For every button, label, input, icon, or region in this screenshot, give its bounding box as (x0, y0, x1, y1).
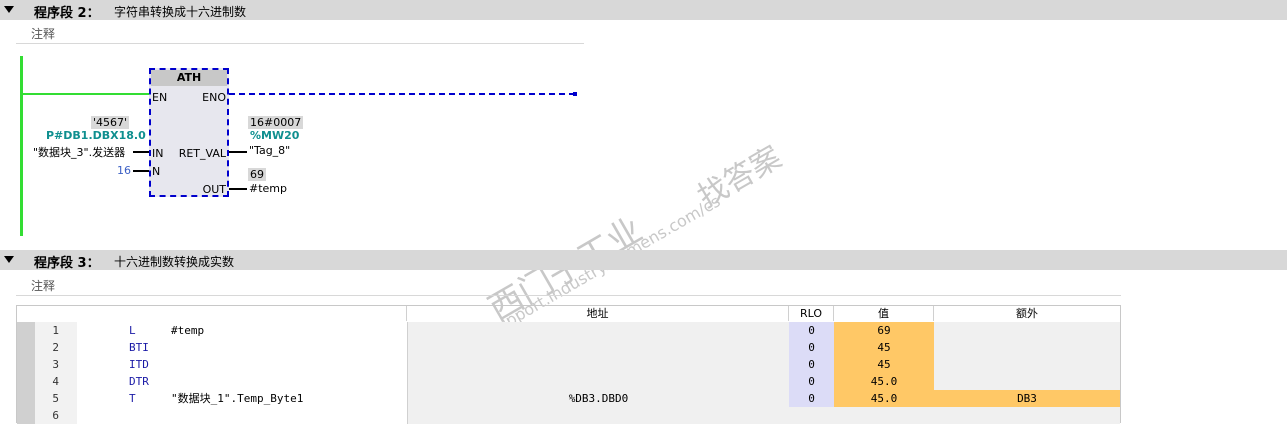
rlo-cell: 0 (789, 373, 834, 390)
table-row[interactable]: 3 ITD 0 45 (17, 356, 1120, 373)
network-2-description[interactable]: 字符串转换成十六进制数 (114, 3, 246, 20)
value-cell (834, 407, 934, 424)
in-wire (133, 151, 149, 153)
line-number: 2 (35, 339, 77, 356)
network-2-header[interactable]: 程序段 2： 字符串转换成十六进制数 (0, 0, 1287, 21)
row-gutter (17, 373, 35, 390)
pin-out: OUT (202, 183, 226, 196)
pin-in: IN (152, 147, 164, 160)
row-gutter (17, 356, 35, 373)
rlo-cell: 0 (789, 390, 834, 407)
address-column-header: 地址 (407, 306, 789, 321)
address-cell (407, 373, 789, 390)
pin-en: EN (152, 91, 168, 104)
row-gutter (17, 407, 35, 424)
line-number: 4 (35, 373, 77, 390)
code-cell[interactable]: DTR (77, 373, 407, 390)
out-wire (229, 188, 247, 190)
instruction: ITD (129, 358, 149, 371)
out-monitor-value: 69 (248, 168, 266, 181)
extra-cell (934, 339, 1120, 356)
rlo-cell: 0 (789, 339, 834, 356)
operand: "数据块_1".Temp_Byte1 (171, 392, 304, 405)
rlo-column-header: RLO (789, 306, 834, 321)
ret-operand[interactable]: "Tag_8" (249, 144, 290, 157)
code-cell[interactable]: ITD (77, 356, 407, 373)
extra-cell (934, 322, 1120, 339)
value-cell: 45.0 (834, 373, 934, 390)
instruction: L (129, 324, 136, 337)
network-3-title: 程序段 3： (34, 256, 100, 271)
instruction: T (129, 392, 136, 405)
line-number: 3 (35, 356, 77, 373)
row-gutter (17, 390, 35, 407)
value-cell: 45 (834, 356, 934, 373)
address-cell (407, 407, 789, 424)
address-cell (407, 322, 789, 339)
n-wire (133, 170, 149, 172)
ret-wire (229, 151, 247, 153)
ret-monitor-value: 16#0007 (248, 116, 304, 129)
pin-ret-val: RET_VAL (178, 147, 226, 160)
collapse-triangle-icon[interactable] (4, 256, 14, 263)
ret-address: %MW20 (250, 129, 300, 142)
value-cell: 45.0 (834, 390, 934, 407)
in-address: P#DB1.DBX18.0 (46, 129, 146, 142)
address-cell (407, 356, 789, 373)
table-row[interactable]: 5 T "数据块_1".Temp_Byte1 %DB3.DBD0 0 45.0 … (17, 390, 1120, 407)
table-row[interactable]: 2 BTI 0 45 (17, 339, 1120, 356)
network-2-title: 程序段 2： (34, 6, 100, 21)
eno-wire-end (573, 92, 577, 96)
value-cell: 69 (834, 322, 934, 339)
code-cell[interactable]: L #temp (77, 322, 407, 339)
en-wire (23, 93, 150, 95)
power-rail (20, 56, 23, 236)
address-cell (407, 339, 789, 356)
in-monitor-value: '4567' (91, 116, 130, 129)
extra-cell (934, 407, 1120, 424)
table-row[interactable]: 4 DTR 0 45.0 (17, 373, 1120, 390)
rlo-cell: 0 (789, 322, 834, 339)
row-gutter (17, 339, 35, 356)
operand: #temp (171, 324, 205, 337)
collapse-triangle-icon[interactable] (4, 6, 14, 13)
value-cell: 45 (834, 339, 934, 356)
network-3-header[interactable]: 程序段 3： 十六进制数转换成实数 (0, 250, 1287, 271)
code-cell[interactable]: BTI (77, 339, 407, 356)
eno-wire (229, 93, 575, 95)
table-row[interactable]: 1 L #temp 0 69 (17, 322, 1120, 339)
comment-label: 注释 (31, 27, 56, 41)
line-number: 5 (35, 390, 77, 407)
line-number: 1 (35, 322, 77, 339)
n-value[interactable]: 16 (117, 164, 131, 177)
pin-n: N (152, 165, 161, 178)
ath-block-title: ATH (151, 70, 227, 86)
address-cell: %DB3.DBD0 (407, 390, 789, 407)
code-cell[interactable] (77, 407, 407, 424)
rlo-cell (789, 407, 834, 424)
extra-cell (934, 356, 1120, 373)
line-number: 6 (35, 407, 77, 424)
table-row[interactable]: 6 (17, 407, 1120, 424)
extra-cell (934, 373, 1120, 390)
code-column-header (17, 306, 407, 321)
in-operand[interactable]: "数据块_3".发送器 (33, 144, 125, 160)
value-column-header: 值 (834, 306, 934, 321)
network-3-comment[interactable]: 注释 (16, 274, 1121, 296)
instruction: DTR (129, 375, 149, 388)
extra-cell: DB3 (934, 390, 1120, 407)
rlo-cell: 0 (789, 356, 834, 373)
row-gutter (17, 322, 35, 339)
instruction: BTI (129, 341, 149, 354)
network-3-description[interactable]: 十六进制数转换成实数 (114, 253, 234, 270)
ath-function-box[interactable]: ATH EN ENO IN RET_VAL N OUT (149, 68, 229, 197)
network-2-comment[interactable]: 注释 (16, 22, 584, 44)
code-cell[interactable]: T "数据块_1".Temp_Byte1 (77, 390, 407, 407)
extra-column-header: 额外 (1016, 307, 1038, 320)
comment-label: 注释 (31, 279, 56, 293)
stl-monitor-table: 地址 RLO 值 额外 1 L #temp 0 69 2 BTI 0 45 3 … (16, 305, 1121, 424)
pin-eno: ENO (202, 91, 226, 104)
out-operand[interactable]: #temp (249, 182, 287, 195)
